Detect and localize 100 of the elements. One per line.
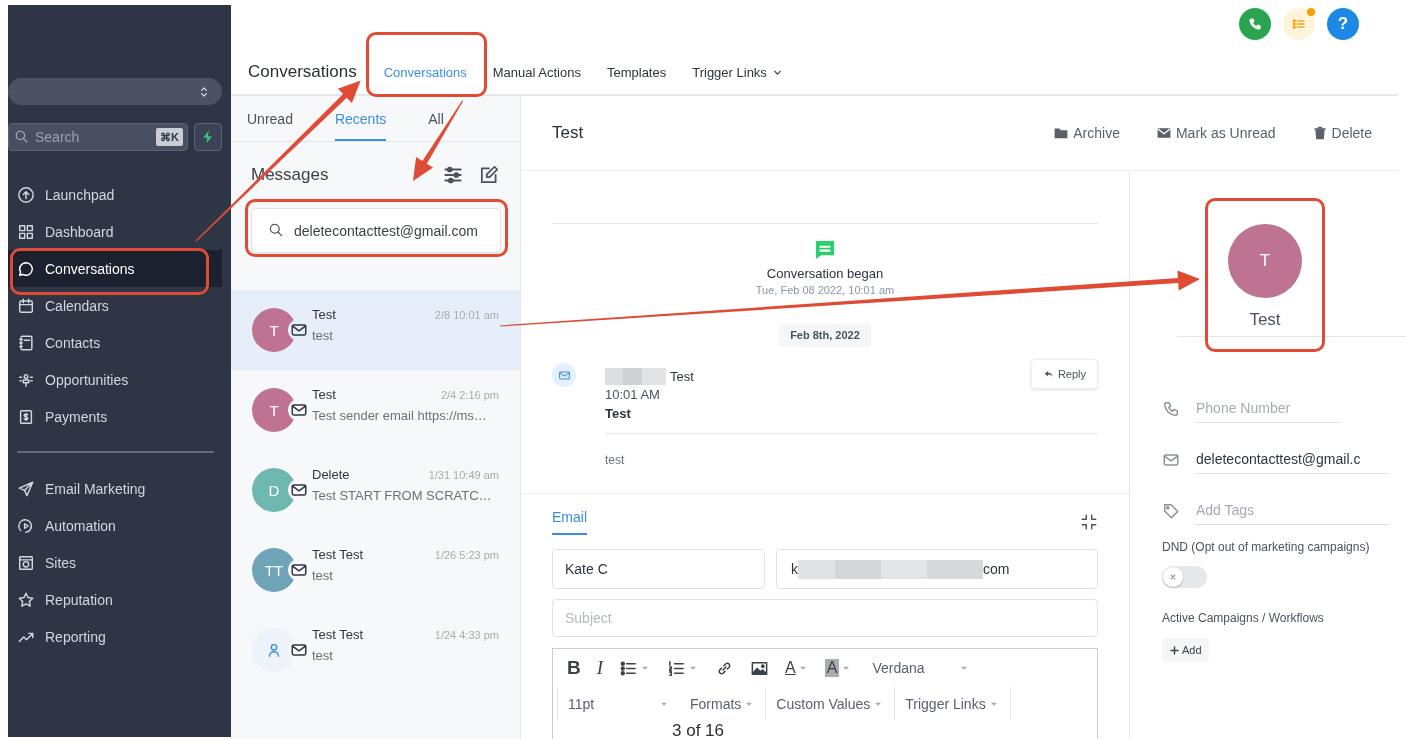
help-button[interactable]: ? <box>1327 8 1359 40</box>
dropdown-select[interactable]: Formats <box>680 687 767 720</box>
timestamp: 1/31 10:49 am <box>428 469 499 481</box>
date-chip: Feb 8th, 2022 <box>779 323 871 347</box>
avatar: T <box>252 388 296 432</box>
chat-bubble-icon <box>17 259 35 278</box>
redacted-text <box>605 368 666 385</box>
page-indicator: 3 of 16 <box>672 721 724 739</box>
bold-button[interactable]: B <box>561 655 587 681</box>
envelope-icon <box>1155 125 1172 141</box>
contact-name: Test <box>312 307 336 322</box>
list-icon <box>1291 16 1307 32</box>
name-field[interactable]: Kate C <box>552 549 765 589</box>
nav-item[interactable]: Sites <box>8 544 222 581</box>
sender-name: Test <box>670 369 694 384</box>
recipient-field[interactable]: k com <box>776 549 1098 589</box>
tab[interactable]: Manual Actions <box>481 58 592 86</box>
avatar: T <box>1228 224 1302 298</box>
message-preview: Test START FROM SCRATC… <box>312 488 493 503</box>
font-select[interactable]: Verdana <box>866 658 977 678</box>
phone-button[interactable] <box>1239 8 1271 40</box>
dropdown-select[interactable]: Trigger Links <box>895 687 1011 720</box>
action-link[interactable]: Mark as Unread <box>1155 125 1276 141</box>
timestamp: 2/4 2:16 pm <box>440 389 499 401</box>
timestamp: 2/8 10:01 am <box>434 309 499 321</box>
message-time: 10:01 AM <box>605 387 661 402</box>
calendar-icon <box>17 296 35 315</box>
page-title: Conversations <box>248 62 357 82</box>
nav-item[interactable]: Opportunities <box>8 361 222 398</box>
dollar-receipt-icon <box>17 407 35 426</box>
event-title: Conversation began <box>766 266 884 281</box>
grid-icon <box>17 222 35 241</box>
tag-icon <box>1162 501 1180 520</box>
action-link[interactable]: Delete <box>1311 125 1372 141</box>
contact-name: Test <box>1249 310 1281 330</box>
message-body: test <box>605 453 626 467</box>
tag-field[interactable]: Add Tags <box>1194 496 1390 525</box>
avatar: TT <box>252 548 296 592</box>
timestamp: 1/26 5:23 pm <box>434 549 499 561</box>
phone-icon <box>1162 399 1180 418</box>
conversation-item[interactable]: TT Test Test 1/26 5:23 pm test <box>231 530 520 610</box>
highlight-color-button[interactable]: A <box>818 657 859 679</box>
conversation-item[interactable]: T Test 2/4 2:16 pm Test sender email https://ms… <box>231 370 520 450</box>
conversation-title: Test <box>552 123 585 143</box>
toggle-switch[interactable] <box>1162 566 1207 588</box>
nav-item[interactable]: Launchpad <box>8 176 222 213</box>
nav-item[interactable]: Email Marketing <box>8 470 222 507</box>
phone-icon <box>1247 16 1263 32</box>
message-preview: test <box>312 568 334 583</box>
numbered-list-icon <box>667 658 687 678</box>
filter-tab[interactable]: Unread <box>247 96 293 141</box>
notification-dot <box>1307 8 1315 16</box>
browser-window-icon <box>17 553 35 572</box>
nav-item[interactable]: Reputation <box>8 581 222 618</box>
quick-action-button[interactable] <box>194 123 222 151</box>
phone-field[interactable]: Phone Number <box>1194 394 1342 423</box>
nav-item[interactable]: Reporting <box>8 618 222 655</box>
paper-plane-icon <box>17 479 35 498</box>
tab[interactable]: Templates <box>595 58 678 86</box>
message-preview: Test sender email https://ms… <box>312 408 488 423</box>
dropdown-select[interactable]: Custom Values <box>766 687 896 720</box>
message-subject: Test <box>605 406 632 421</box>
dropdown-select[interactable]: 11pt <box>558 687 680 720</box>
avatar: D <box>252 468 296 512</box>
trash-icon <box>1311 125 1328 141</box>
tab[interactable]: Conversations <box>372 58 478 86</box>
nav-item[interactable]: Payments <box>8 398 222 435</box>
search-icon <box>14 129 29 144</box>
conversation-item[interactable]: T Test 2/8 10:01 am test <box>231 290 520 370</box>
email-field[interactable]: deletecontacttest@gmail.c <box>1194 445 1390 474</box>
search-field[interactable]: deletecontacttest@gmail.com <box>251 208 501 253</box>
reply-button[interactable]: Reply <box>1030 359 1098 389</box>
filter-tab[interactable]: All <box>428 96 444 141</box>
nav-item[interactable]: Calendars <box>8 287 222 324</box>
action-link[interactable]: Archive <box>1053 125 1120 141</box>
address-book-icon <box>17 333 35 352</box>
tab[interactable]: Trigger Links <box>681 58 795 86</box>
nav-item[interactable]: Contacts <box>8 324 222 361</box>
conversation-item[interactable]: D Delete 1/31 10:49 am Test START FROM SCRATC… <box>231 450 520 530</box>
search-icon <box>268 222 284 238</box>
play-circle-icon <box>17 516 35 535</box>
avatar: T <box>252 308 296 352</box>
event-time: Tue, Feb 08 2022, 10:01 am <box>755 284 895 296</box>
conversation-item[interactable]: Test Test 1/24 4:33 pm test <box>231 610 520 690</box>
upload-circle-icon <box>17 185 35 204</box>
dnd-label: DND (Opt out of marketing campaigns) <box>1162 540 1371 554</box>
text-color-button[interactable]: A <box>779 657 815 679</box>
collapse-icon[interactable] <box>1080 513 1098 531</box>
add-button[interactable]: Add <box>1162 638 1209 662</box>
star-icon <box>17 590 35 609</box>
compose-icon[interactable] <box>478 164 500 186</box>
plus-icon <box>1169 644 1180 656</box>
nav-item[interactable]: Conversations <box>8 250 222 287</box>
subject-field[interactable]: Subject <box>552 599 1098 637</box>
filter-sliders-icon[interactable] <box>442 164 464 186</box>
nav-item[interactable]: Automation <box>8 507 222 544</box>
italic-button[interactable]: I <box>590 655 610 681</box>
nav-item[interactable]: Dashboard <box>8 213 222 250</box>
contact-name: Delete <box>312 467 350 482</box>
message-preview: test <box>312 648 334 663</box>
